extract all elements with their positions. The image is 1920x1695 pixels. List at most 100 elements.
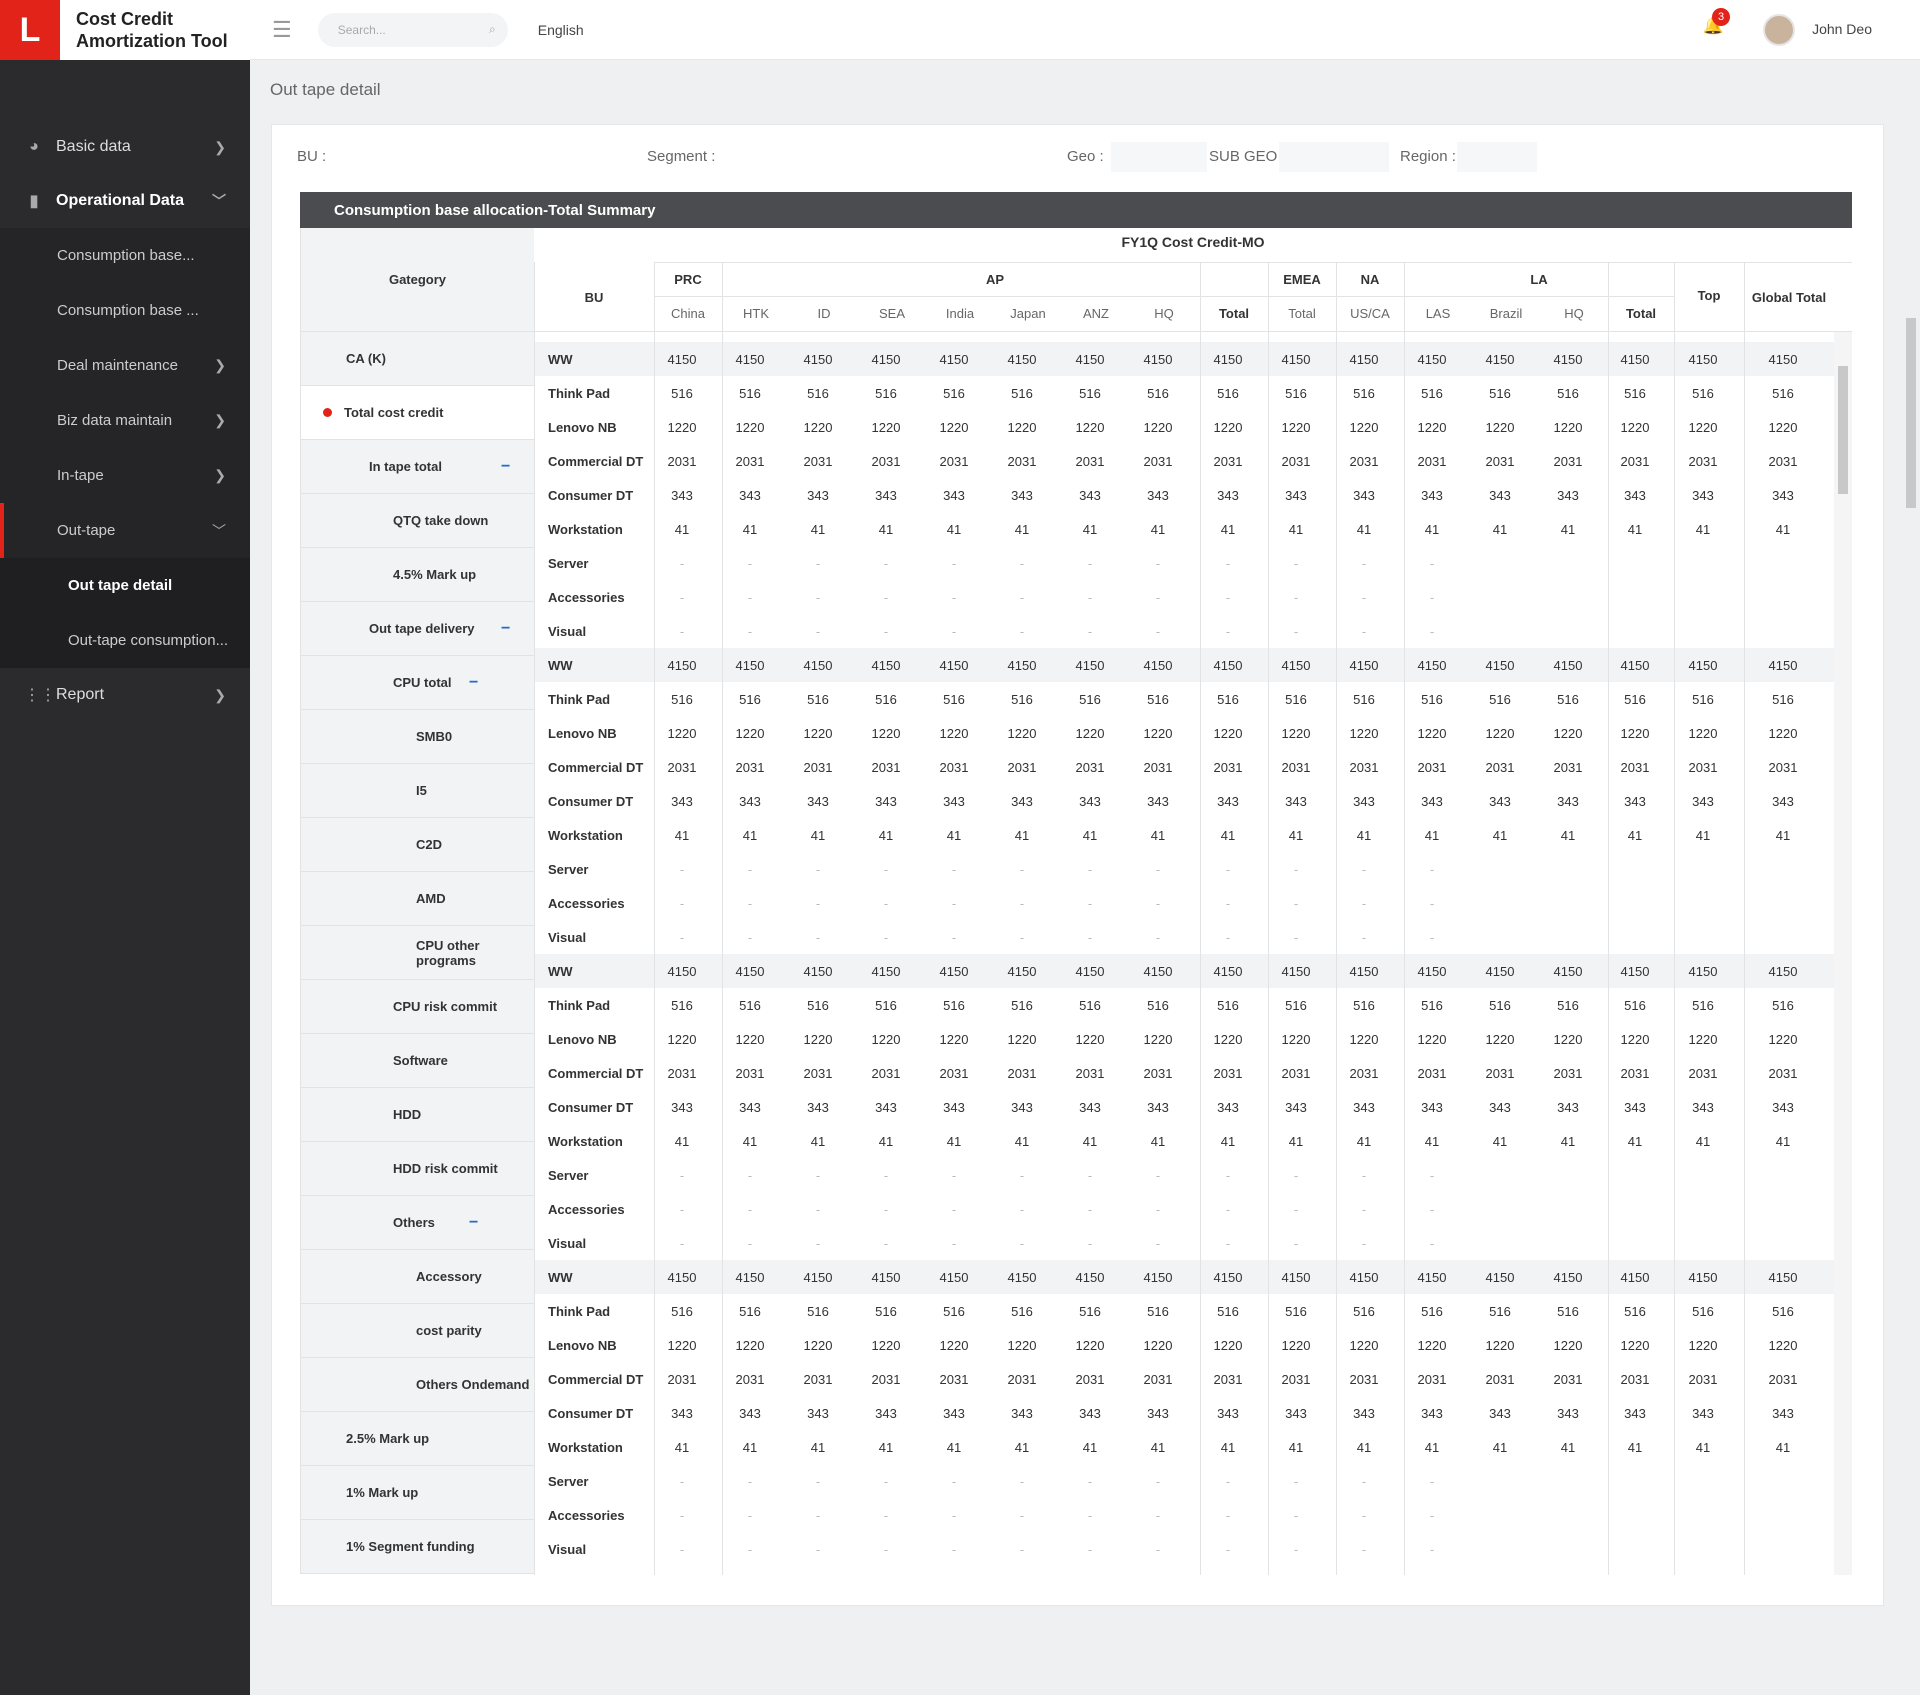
search-icon[interactable]: ⌕ [489, 22, 496, 37]
bu-label: Visual [548, 1542, 587, 1557]
header-divider [654, 262, 1852, 263]
avatar[interactable] [1763, 14, 1795, 46]
table-cell: 4150 [1688, 352, 1718, 367]
table-cell: 343 [1217, 794, 1239, 809]
user-name[interactable]: John Deo [1812, 21, 1872, 37]
table-cell: 516 [1353, 998, 1375, 1013]
table-cell: 1220 [1143, 726, 1173, 741]
table-cell: 2031 [1768, 1066, 1798, 1081]
table-cell: 2031 [1349, 1066, 1379, 1081]
table-cell: 41 [1695, 1134, 1711, 1149]
table-cell: - [1155, 1508, 1161, 1523]
table-cell: 2031 [1143, 1372, 1173, 1387]
sidebar-item-out-tape-detail[interactable]: Out tape detail [0, 558, 250, 613]
table-cell: - [883, 1236, 889, 1251]
category-row[interactable]: Out tape delivery − [301, 602, 534, 656]
sidebar-item-label: Biz data maintain [57, 412, 173, 429]
sidebar-item-consumption-base-1[interactable]: Consumption base... [0, 228, 250, 283]
table-cell: - [1361, 1474, 1367, 1489]
collapse-icon[interactable]: − [501, 458, 510, 476]
table-cell: 1220 [939, 726, 969, 741]
category-row[interactable]: CPU total − [301, 656, 534, 710]
table-cell: - [679, 1168, 685, 1183]
table-cell: 343 [1772, 1406, 1794, 1421]
table-cell: 516 [1692, 692, 1714, 707]
sidebar-item-report[interactable]: ⋮⋮ Report ❯ [0, 668, 250, 722]
table-cell: 516 [1353, 692, 1375, 707]
table-scrollbar[interactable] [1834, 332, 1852, 1575]
category-label: Out tape delivery [369, 621, 475, 636]
table-cell: 343 [1421, 794, 1443, 809]
table-cell: - [747, 1508, 753, 1523]
table-cell: 41 [1424, 1134, 1440, 1149]
category-label: AMD [416, 891, 446, 906]
sidebar-item-in-tape[interactable]: In-tape ❯ [0, 448, 250, 503]
table-cell: 2031 [1007, 1066, 1037, 1081]
table-cell: - [883, 624, 889, 639]
menu-toggle-icon[interactable]: ☰ [272, 17, 292, 43]
bu-label: Commercial DT [548, 1066, 644, 1081]
table-cell: 4150 [1688, 964, 1718, 979]
table-row: Lenovo NB 1220 1220 1220 1220 1220 1220 1220 122… [534, 716, 1834, 750]
table-row: Consumer DT 343 343 343 343 343 343 343 343 343 34… [534, 1396, 1834, 1430]
sidebar: L Cost Credit Amortization Tool ◕ Basic d… [0, 0, 250, 1695]
collapse-icon[interactable]: − [469, 674, 478, 692]
language-selector[interactable]: English [538, 22, 584, 38]
table-cell: 4150 [939, 658, 969, 673]
table-cell: 4150 [667, 352, 697, 367]
table-cell: 41 [1082, 828, 1098, 843]
geo-select[interactable] [1111, 142, 1207, 172]
table-cell: - [815, 896, 821, 911]
collapse-icon[interactable]: − [501, 620, 510, 638]
table-cell: 4150 [1213, 964, 1243, 979]
table-cell: - [815, 624, 821, 639]
table-cell: 516 [875, 1304, 897, 1319]
table-cell: 516 [1079, 692, 1101, 707]
table-row: Server - - - - - - - - - - - - [534, 852, 1834, 886]
table-cell: 343 [1147, 488, 1169, 503]
table-cell: 41 [1492, 522, 1508, 537]
table-cell: 2031 [1768, 1372, 1798, 1387]
scrollbar-thumb[interactable] [1838, 366, 1848, 494]
table-cell: - [951, 1202, 957, 1217]
table-cell: 2031 [1007, 760, 1037, 775]
sidebar-item-deal-maintenance[interactable]: Deal maintenance ❯ [0, 338, 250, 393]
table-cell: 4150 [1007, 352, 1037, 367]
table-cell: 41 [1150, 522, 1166, 537]
category-row[interactable]: Others − [301, 1196, 534, 1250]
table-cell: 343 [1353, 1406, 1375, 1421]
brand: L Cost Credit Amortization Tool [0, 0, 250, 60]
subgeo-select[interactable] [1279, 142, 1389, 172]
table-cell: 4150 [1007, 1270, 1037, 1285]
table-cell: - [1087, 1542, 1093, 1557]
sidebar-item-basic-data[interactable]: ◕ Basic data ❯ [0, 120, 250, 174]
table-cell: - [1155, 1542, 1161, 1557]
main-header: FY1Q Cost Credit-MO [1121, 234, 1265, 250]
table-cell: - [815, 862, 821, 877]
table-cell: 1220 [667, 726, 697, 741]
table-cell: - [1429, 1202, 1435, 1217]
sidebar-item-out-tape[interactable]: Out-tape ﹀ [0, 503, 250, 558]
table-row: Commercial DT 2031 2031 2031 2031 2031 2031 203… [534, 1056, 1834, 1090]
table-cell: 4150 [1281, 1270, 1311, 1285]
table-cell: 4150 [1075, 964, 1105, 979]
region-select[interactable] [1457, 142, 1537, 172]
search-input[interactable]: Search... ⌕ [317, 12, 508, 47]
collapse-icon[interactable]: − [469, 1214, 478, 1232]
table-cell: - [815, 590, 821, 605]
table-cell: 2031 [1143, 760, 1173, 775]
table-cell: 41 [1627, 1134, 1643, 1149]
sidebar-item-biz-data[interactable]: Biz data maintain ❯ [0, 393, 250, 448]
sidebar-item-consumption-base-2[interactable]: Consumption base ... [0, 283, 250, 338]
page-scrollbar[interactable] [1906, 318, 1916, 508]
table-cell: 41 [1220, 522, 1236, 537]
table-cell: 2031 [871, 1372, 901, 1387]
sidebar-item-operational-data[interactable]: ▮ Operational Data ﹀ [0, 174, 250, 228]
category-label: CPU total [393, 675, 452, 690]
table-cell: - [1293, 556, 1299, 571]
table-cell: 343 [807, 488, 829, 503]
table-cell: 41 [1775, 828, 1791, 843]
sidebar-item-out-tape-consumption[interactable]: Out-tape consumption... [0, 613, 250, 668]
table-cell: 4150 [803, 1270, 833, 1285]
category-row[interactable]: In tape total − [301, 440, 534, 494]
